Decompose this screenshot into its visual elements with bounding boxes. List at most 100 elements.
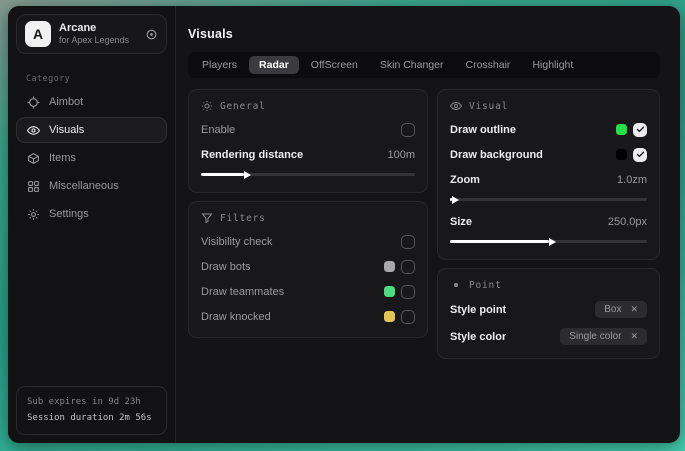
sidebar-item-label: Miscellaneous	[49, 180, 119, 192]
app-window: A Arcane for Apex Legends Category Aimbo…	[8, 6, 680, 443]
sidebar: A Arcane for Apex Legends Category Aimbo…	[8, 6, 176, 443]
visibility-check-label: Visibility check	[201, 236, 272, 248]
draw-knocked-checkbox[interactable]	[401, 310, 415, 324]
category-label: Category	[26, 74, 175, 84]
slider-thumb[interactable]	[549, 238, 556, 246]
app-title-block: Arcane for Apex Legends	[59, 22, 129, 47]
draw-bots-checkbox[interactable]	[401, 260, 415, 274]
sidebar-item-label: Aimbot	[49, 96, 83, 108]
chip-label: Single color	[569, 331, 621, 342]
tab-offscreen[interactable]: OffScreen	[301, 56, 368, 74]
page-title: Visuals	[188, 27, 660, 41]
draw-background-checkbox[interactable]	[633, 148, 647, 162]
visuals-tabbar: Players Radar OffScreen Skin Changer Cro…	[188, 52, 660, 78]
rendering-distance-value: 100m	[387, 149, 415, 161]
draw-knocked-color-swatch[interactable]	[384, 311, 395, 322]
point-panel: Point Style point Box ✕ Style color	[437, 268, 660, 359]
draw-outline-color-swatch[interactable]	[616, 124, 627, 135]
enable-row: Enable	[201, 122, 415, 137]
sidebar-item-label: Settings	[49, 208, 89, 220]
zoom-row: Zoom 1.0zm	[450, 172, 647, 187]
sidebar-item-settings[interactable]: Settings	[16, 201, 167, 227]
draw-background-label: Draw background	[450, 149, 543, 161]
zoom-slider[interactable]	[450, 195, 647, 204]
visibility-check-row: Visibility check	[201, 234, 415, 249]
draw-bots-label: Draw bots	[201, 261, 251, 273]
filters-panel: Filters Visibility check Draw bots	[188, 201, 428, 338]
dot-icon	[450, 279, 462, 291]
draw-outline-row: Draw outline	[450, 122, 647, 137]
sidebar-item-items[interactable]: Items	[16, 145, 167, 171]
sidebar-item-label: Items	[49, 152, 76, 164]
funnel-icon	[201, 212, 213, 224]
draw-bots-row: Draw bots	[201, 259, 415, 274]
draw-knocked-label: Draw knocked	[201, 311, 271, 323]
panel-title: Point	[469, 280, 502, 291]
tab-skin-changer[interactable]: Skin Changer	[370, 56, 454, 74]
grid-icon	[27, 180, 40, 193]
enable-checkbox[interactable]	[401, 123, 415, 137]
draw-outline-checkbox[interactable]	[633, 123, 647, 137]
size-label: Size	[450, 216, 472, 228]
eye-icon	[450, 100, 462, 112]
app-name: Arcane	[59, 22, 129, 36]
draw-outline-label: Draw outline	[450, 124, 516, 136]
style-point-chip[interactable]: Box ✕	[595, 301, 647, 318]
tab-players[interactable]: Players	[192, 56, 247, 74]
session-duration: Session duration 2m 56s	[27, 411, 156, 426]
zoom-value: 1.0zm	[617, 174, 647, 186]
draw-teammates-checkbox[interactable]	[401, 285, 415, 299]
style-color-label: Style color	[450, 331, 506, 343]
rendering-distance-label: Rendering distance	[201, 149, 303, 161]
zoom-label: Zoom	[450, 174, 480, 186]
panel-title: Filters	[220, 213, 266, 224]
enable-label: Enable	[201, 124, 235, 136]
sidebar-item-visuals[interactable]: Visuals	[16, 117, 167, 143]
size-slider[interactable]	[450, 237, 647, 246]
draw-knocked-row: Draw knocked	[201, 309, 415, 324]
gear-icon	[27, 208, 40, 221]
slider-thumb[interactable]	[452, 196, 459, 204]
package-icon	[27, 152, 40, 165]
visibility-check-checkbox[interactable]	[401, 235, 415, 249]
sidebar-nav: Aimbot Visuals Items	[8, 89, 175, 227]
size-value: 250.0px	[608, 216, 647, 228]
style-point-row: Style point Box ✕	[450, 301, 647, 318]
draw-teammates-color-swatch[interactable]	[384, 286, 395, 297]
rendering-distance-slider[interactable]	[201, 170, 415, 179]
tab-crosshair[interactable]: Crosshair	[456, 56, 521, 74]
style-color-chip[interactable]: Single color ✕	[560, 328, 647, 345]
panel-title: Visual	[469, 101, 508, 112]
app-subtitle: for Apex Legends	[59, 35, 129, 46]
size-row: Size 250.0px	[450, 214, 647, 229]
draw-background-color-swatch[interactable]	[616, 149, 627, 160]
chip-label: Box	[604, 304, 621, 315]
style-color-row: Style color Single color ✕	[450, 328, 647, 345]
rendering-distance-row: Rendering distance 100m	[201, 147, 415, 162]
draw-teammates-label: Draw teammates	[201, 286, 284, 298]
general-panel: General Enable Rendering distance 100m	[188, 89, 428, 193]
tab-radar[interactable]: Radar	[249, 56, 299, 74]
tab-highlight[interactable]: Highlight	[522, 56, 583, 74]
style-point-label: Style point	[450, 304, 506, 316]
draw-background-row: Draw background	[450, 147, 647, 162]
draw-bots-color-swatch[interactable]	[384, 261, 395, 272]
panel-title: General	[220, 101, 266, 112]
sidebar-item-aimbot[interactable]: Aimbot	[16, 89, 167, 115]
draw-teammates-row: Draw teammates	[201, 284, 415, 299]
subscription-status: Sub expires in 9d 23h Session duration 2…	[16, 386, 167, 435]
sub-expiry: Sub expires in 9d 23h	[27, 395, 156, 410]
discord-icon[interactable]	[145, 28, 158, 41]
sidebar-item-label: Visuals	[49, 124, 84, 136]
close-icon[interactable]: ✕	[630, 331, 638, 342]
main-content: Visuals Players Radar OffScreen Skin Cha…	[176, 6, 680, 443]
visual-panel: Visual Draw outline Draw background	[437, 89, 660, 260]
app-header: A Arcane for Apex Legends	[16, 14, 167, 54]
slider-thumb[interactable]	[244, 171, 251, 179]
sun-icon	[201, 100, 213, 112]
close-icon[interactable]: ✕	[630, 304, 638, 315]
app-logo: A	[25, 21, 51, 47]
crosshair-icon	[27, 96, 40, 109]
eye-icon	[27, 124, 40, 137]
sidebar-item-miscellaneous[interactable]: Miscellaneous	[16, 173, 167, 199]
